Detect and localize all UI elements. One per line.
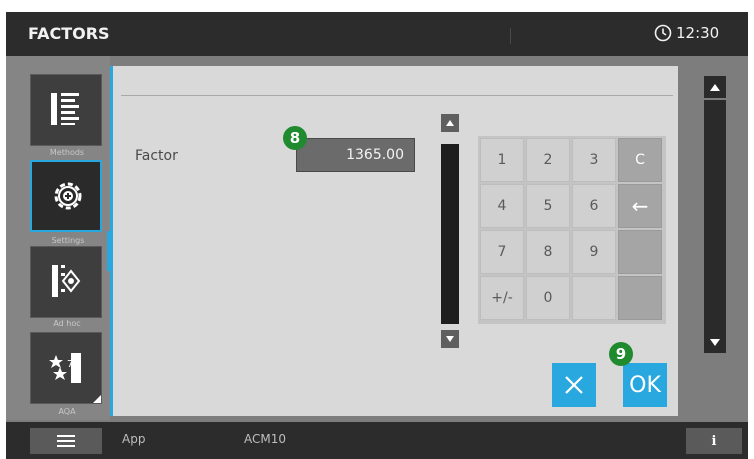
sidebar-item-methods[interactable]: Methods bbox=[30, 74, 102, 157]
aqa-stars-icon: 7 bbox=[49, 353, 81, 383]
clock-icon bbox=[654, 24, 672, 42]
step-badge-9: 9 bbox=[609, 342, 633, 366]
factor-input[interactable]: 1365.00 bbox=[296, 138, 415, 172]
hamburger-menu-icon bbox=[57, 435, 75, 447]
key-plus-minus[interactable]: +/- bbox=[480, 276, 524, 320]
key-0[interactable]: 0 bbox=[526, 276, 570, 320]
triangle-up-icon bbox=[710, 83, 720, 91]
numeric-keypad: 1 2 3 C 4 5 6 ← 7 8 9 +/- 0 bbox=[478, 136, 666, 324]
key-6[interactable]: 6 bbox=[572, 184, 616, 228]
sidebar-item-label: AQA bbox=[58, 407, 76, 416]
sidebar-item-settings[interactable]: Settings bbox=[30, 160, 102, 245]
top-bar: FACTORS 12:30 bbox=[6, 12, 748, 56]
page-scroll-track[interactable] bbox=[704, 100, 726, 334]
svg-text:7: 7 bbox=[67, 359, 73, 370]
sidebar-item-ad-hoc[interactable]: Ad hoc bbox=[30, 246, 102, 328]
app-label: App bbox=[122, 432, 146, 446]
dialog-top-line bbox=[121, 95, 673, 96]
triangle-up-icon bbox=[446, 120, 454, 126]
page-title: FACTORS bbox=[28, 24, 110, 43]
key-3[interactable]: 3 bbox=[572, 138, 616, 182]
sidebar-item-label: Settings bbox=[51, 236, 85, 245]
triangle-down-icon bbox=[446, 336, 454, 342]
ok-button[interactable]: OK bbox=[623, 363, 667, 407]
key-blank bbox=[572, 276, 616, 320]
triangle-down-icon bbox=[710, 338, 720, 346]
page-scroll-down-button[interactable] bbox=[704, 331, 726, 353]
cancel-button[interactable] bbox=[552, 363, 596, 407]
bottom-bar: App ACM10 i bbox=[6, 422, 748, 459]
key-4[interactable]: 4 bbox=[480, 184, 524, 228]
value-scroll-up-button[interactable] bbox=[441, 114, 459, 132]
clock-time: 12:30 bbox=[676, 24, 720, 42]
clock: 12:30 bbox=[654, 24, 719, 42]
key-blank bbox=[618, 276, 662, 320]
sidebar-item-label: Ad hoc bbox=[53, 319, 81, 328]
key-2[interactable]: 2 bbox=[526, 138, 570, 182]
key-clear[interactable]: C bbox=[618, 138, 662, 182]
key-backspace[interactable]: ← bbox=[618, 184, 662, 228]
key-5[interactable]: 5 bbox=[526, 184, 570, 228]
sidebar-item-label: Methods bbox=[49, 148, 85, 157]
ad-hoc-icon bbox=[52, 265, 81, 297]
sidebar: Methods Settings Ad hoc 7 AQA bbox=[6, 56, 111, 420]
value-scroll-down-button[interactable] bbox=[441, 330, 459, 348]
menu-button[interactable] bbox=[30, 428, 102, 454]
key-9[interactable]: 9 bbox=[572, 230, 616, 274]
methods-list-icon bbox=[51, 93, 79, 125]
key-7[interactable]: 7 bbox=[480, 230, 524, 274]
key-8[interactable]: 8 bbox=[526, 230, 570, 274]
value-scroll-track[interactable] bbox=[441, 144, 459, 324]
settings-gear-icon bbox=[54, 182, 82, 210]
step-badge-8: 8 bbox=[283, 126, 307, 150]
factor-label: Factor bbox=[135, 148, 178, 164]
factor-dialog: Factor 1365.00 1 2 3 C 4 5 6 ← 7 8 9 +/-… bbox=[110, 66, 678, 416]
key-1[interactable]: 1 bbox=[480, 138, 524, 182]
corner-arrow-icon bbox=[93, 395, 101, 403]
key-blank bbox=[618, 230, 662, 274]
top-bar-divider bbox=[510, 28, 511, 44]
info-button[interactable]: i bbox=[686, 428, 742, 454]
close-icon bbox=[565, 376, 583, 394]
page-scroll-up-button[interactable] bbox=[704, 76, 726, 98]
instrument-label: ACM10 bbox=[244, 432, 286, 446]
sidebar-item-aqa[interactable]: 7 AQA bbox=[30, 332, 102, 416]
